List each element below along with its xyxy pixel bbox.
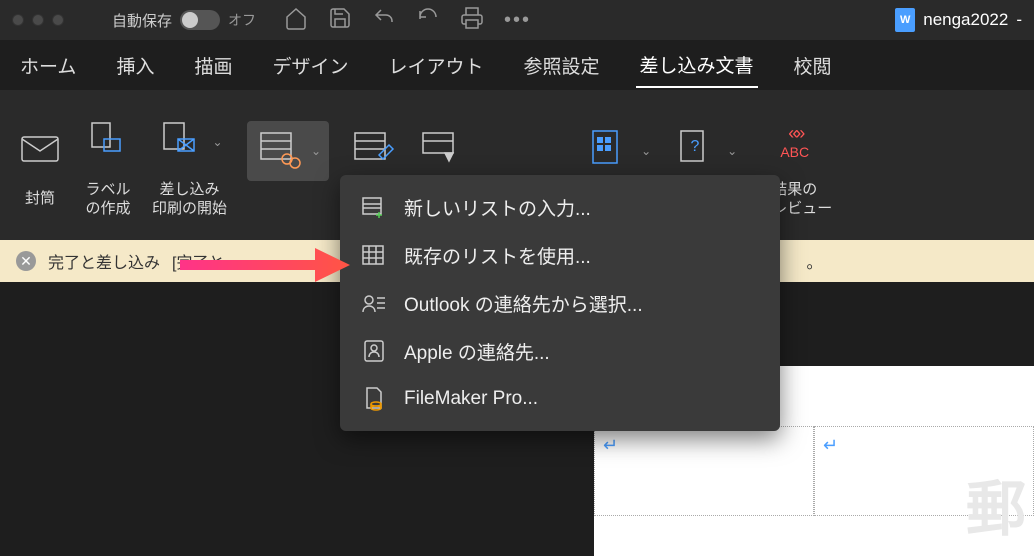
redo-icon[interactable] bbox=[416, 6, 440, 35]
autosave-control: 自動保存 オフ bbox=[112, 10, 256, 31]
list-existing-icon bbox=[360, 241, 388, 269]
close-window[interactable] bbox=[12, 14, 24, 26]
label-icon bbox=[84, 115, 132, 168]
watermark: 郵 bbox=[966, 461, 1026, 548]
list-new-icon bbox=[360, 193, 388, 221]
undo-icon[interactable] bbox=[372, 6, 396, 35]
merge-start-icon bbox=[156, 115, 204, 168]
menu-label: Outlook の連絡先から選択... bbox=[404, 290, 643, 317]
label-cell[interactable]: ↵ bbox=[594, 426, 814, 516]
chevron-down-icon: ⌄ bbox=[727, 144, 737, 158]
envelope-label: 封筒 bbox=[25, 189, 55, 209]
svg-text:?: ? bbox=[691, 138, 700, 155]
tab-draw[interactable]: 描画 bbox=[190, 44, 236, 87]
merge-field-icon bbox=[585, 125, 633, 178]
tab-home[interactable]: ホーム bbox=[16, 44, 80, 87]
msgbar-title: 完了と差し込み bbox=[48, 249, 160, 273]
maximize-window[interactable] bbox=[52, 14, 64, 26]
autosave-state: オフ bbox=[228, 10, 256, 30]
apple-contacts-icon bbox=[360, 337, 388, 365]
title-bar: 自動保存 オフ ••• nenga2022 - bbox=[0, 0, 1034, 40]
menu-label: 新しいリストの入力... bbox=[404, 194, 591, 221]
outlook-icon bbox=[360, 289, 388, 317]
label-create-button[interactable]: ラベル の作成 bbox=[84, 112, 132, 219]
menu-label: FileMaker Pro... bbox=[404, 388, 538, 410]
document-title: nenga2022 - bbox=[895, 8, 1022, 32]
return-mark: ↵ bbox=[823, 435, 838, 455]
tab-references[interactable]: 参照設定 bbox=[520, 44, 604, 87]
envelope-icon bbox=[16, 125, 64, 178]
window-controls bbox=[12, 14, 64, 26]
word-doc-icon bbox=[895, 8, 915, 32]
menu-apple-contacts[interactable]: Apple の連絡先... bbox=[340, 327, 780, 375]
menu-existing-list[interactable]: 既存のリストを使用... bbox=[340, 231, 780, 279]
tab-mailings[interactable]: 差し込み文書 bbox=[636, 43, 758, 88]
abc-icon: « »ABC bbox=[780, 123, 809, 160]
chevron-down-icon: ⌄ bbox=[212, 135, 222, 149]
tab-insert[interactable]: 挿入 bbox=[112, 44, 158, 87]
autosave-label: 自動保存 bbox=[112, 10, 172, 31]
return-mark: ↵ bbox=[603, 435, 618, 455]
label-create-label: ラベル の作成 bbox=[85, 180, 130, 219]
tab-design[interactable]: デザイン bbox=[268, 44, 352, 87]
edit-list-icon bbox=[349, 125, 397, 178]
msgbar-period: 。 bbox=[806, 249, 822, 273]
chevron-down-icon: ⌄ bbox=[641, 144, 651, 158]
filemaker-icon bbox=[360, 385, 388, 413]
minimize-window[interactable] bbox=[32, 14, 44, 26]
save-icon[interactable] bbox=[328, 6, 352, 35]
quick-access-toolbar: ••• bbox=[284, 6, 531, 35]
document-name: nenga2022 bbox=[923, 10, 1008, 30]
merge-start-button[interactable]: ⌄ 差し込み 印刷の開始 bbox=[152, 112, 227, 219]
print-icon[interactable] bbox=[460, 6, 484, 35]
menu-new-list[interactable]: 新しいリストの入力... bbox=[340, 183, 780, 231]
tab-layout[interactable]: レイアウト bbox=[384, 44, 487, 87]
close-icon[interactable]: ✕ bbox=[16, 251, 36, 271]
rules-icon: ? bbox=[671, 125, 719, 178]
home-icon[interactable] bbox=[284, 6, 308, 35]
more-icon[interactable]: ••• bbox=[504, 9, 531, 32]
recipients-label bbox=[286, 189, 290, 209]
annotation-arrow bbox=[175, 230, 355, 295]
recipients-icon bbox=[255, 125, 303, 178]
menu-label: Apple の連絡先... bbox=[404, 338, 550, 365]
tab-review[interactable]: 校閲 bbox=[790, 44, 836, 87]
ribbon-tabs: ホーム 挿入 描画 デザイン レイアウト 参照設定 差し込み文書 校閲 bbox=[0, 40, 1034, 90]
menu-outlook[interactable]: Outlook の連絡先から選択... bbox=[340, 279, 780, 327]
menu-filemaker[interactable]: FileMaker Pro... bbox=[340, 375, 780, 423]
autosave-toggle[interactable] bbox=[180, 10, 220, 30]
select-recipients-button[interactable]: ⌄ bbox=[247, 121, 329, 209]
filter-icon bbox=[417, 125, 465, 178]
menu-label: 既存のリストを使用... bbox=[404, 242, 591, 269]
merge-start-label: 差し込み 印刷の開始 bbox=[152, 180, 227, 219]
envelope-button[interactable]: 封筒 bbox=[16, 121, 64, 209]
chevron-down-icon: ⌄ bbox=[311, 144, 321, 158]
recipients-dropdown-menu: 新しいリストの入力... 既存のリストを使用... Outlook の連絡先から… bbox=[340, 175, 780, 431]
